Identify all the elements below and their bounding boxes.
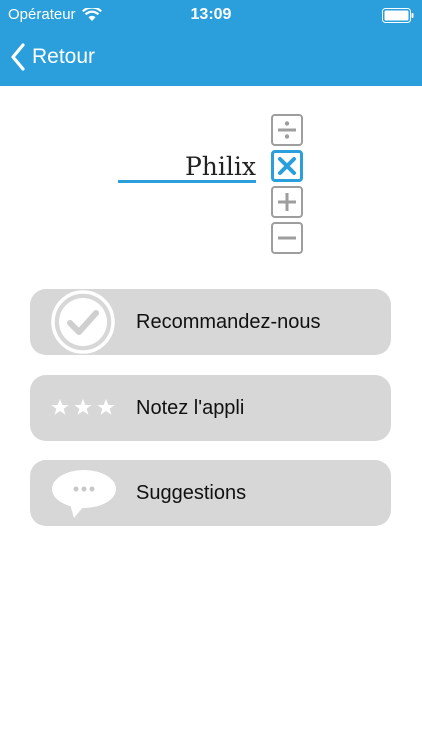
status-bar: Opérateur 13:09 (0, 0, 422, 30)
suggestions-button[interactable]: Suggestions (30, 460, 391, 526)
rate-app-button[interactable]: Notez l'appli (30, 375, 391, 441)
minus-icon (271, 222, 303, 254)
suggestions-label: Suggestions (136, 482, 247, 504)
back-button[interactable]: Retour (10, 42, 95, 72)
rate-app-label: Notez l'appli (136, 397, 245, 419)
back-label: Retour (32, 45, 96, 68)
multiply-icon (271, 150, 303, 182)
logo-underline (118, 180, 256, 183)
plus-icon (271, 186, 303, 218)
recommend-button[interactable]: Recommandez-nous (30, 289, 391, 355)
check-circle-icon (51, 290, 115, 354)
nav-header: Opérateur 13:09 Retour (0, 0, 422, 86)
divide-icon (271, 114, 303, 146)
recommend-label: Recommandez-nous (136, 311, 321, 333)
app-logo: Philix (0, 114, 422, 259)
logo-text: Philix (184, 152, 256, 181)
battery-icon (382, 8, 414, 23)
stars-icon (51, 399, 115, 415)
speech-bubble-icon (52, 470, 116, 518)
status-time: 13:09 (190, 6, 232, 23)
chevron-left-icon (11, 43, 25, 71)
